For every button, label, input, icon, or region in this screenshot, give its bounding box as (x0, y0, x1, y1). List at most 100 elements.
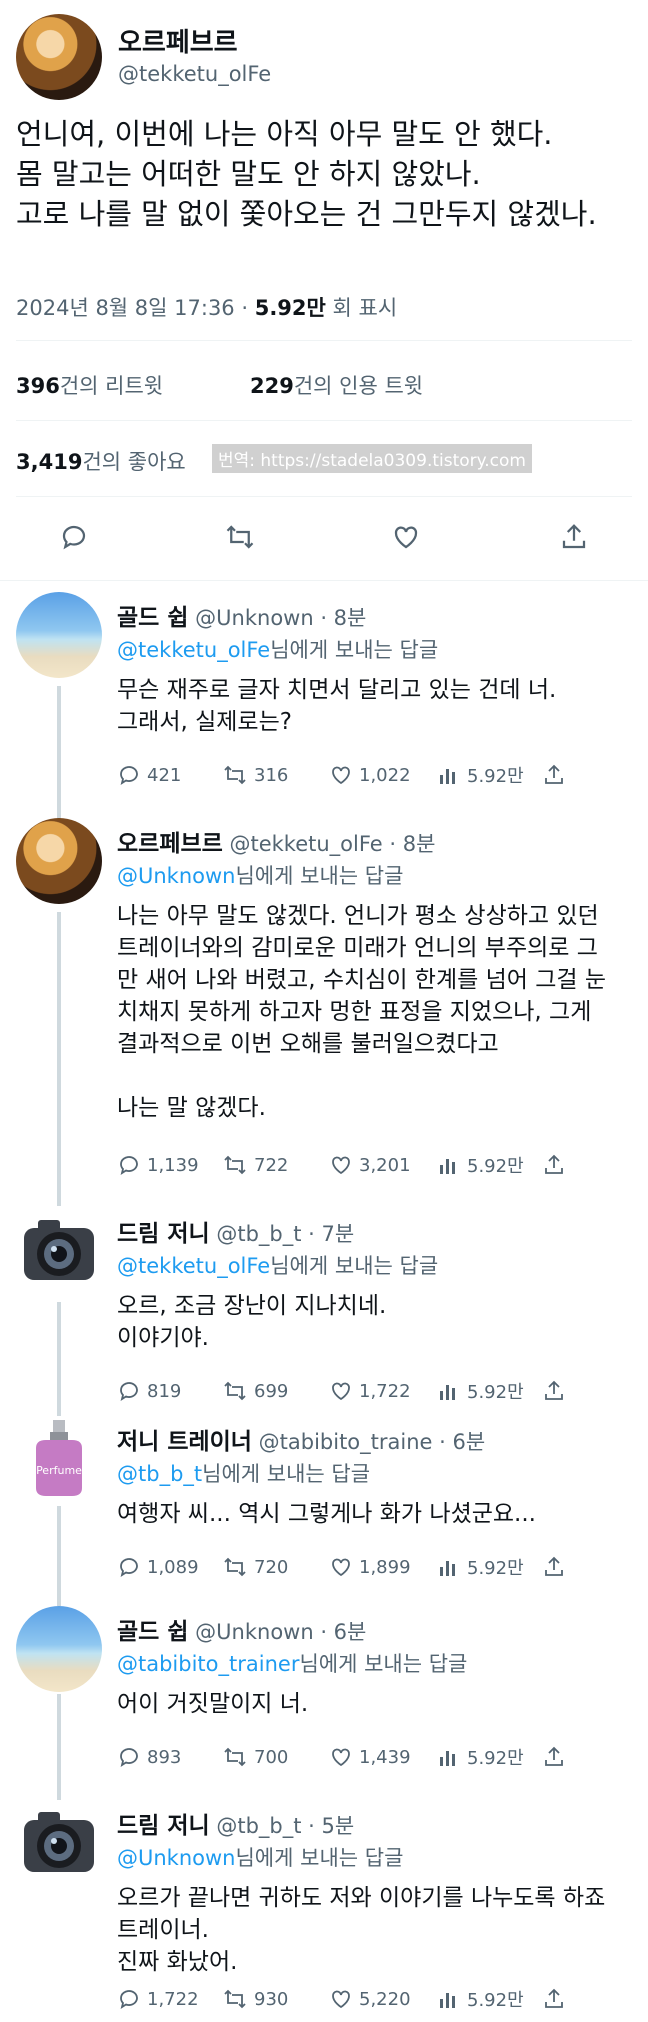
reply-actions: 1,722 930 5,220 5.92만 (117, 1984, 617, 2014)
reply-button[interactable]: 1,722 (117, 1984, 199, 2014)
camera-avatar-icon (24, 1812, 94, 1872)
share-button[interactable] (542, 1984, 566, 2014)
reply-avatar[interactable]: Perfume (16, 1416, 102, 1502)
reply-name[interactable]: 드림 저니 (117, 1813, 210, 1839)
reply-name[interactable]: 골드 쉽 (117, 1619, 189, 1645)
share-icon (545, 1746, 563, 1766)
retweet-button[interactable]: 930 (222, 1984, 288, 2014)
share-button[interactable] (542, 760, 566, 790)
retweet-icon[interactable] (218, 515, 262, 559)
like-icon (332, 1382, 350, 1401)
reply-avatar[interactable] (16, 592, 102, 678)
perfume-avatar-icon: Perfume (36, 1420, 82, 1496)
share-button[interactable] (542, 1552, 566, 1582)
like-button[interactable]: 1,722 (329, 1376, 411, 1406)
author-name[interactable]: 오르페브르 (118, 22, 238, 59)
views-button[interactable]: 5.92만 (437, 1742, 524, 1772)
reply-actions: 819 699 1,722 5.92만 (117, 1376, 617, 1406)
like-icon (332, 1558, 350, 1577)
avatar-text: Perfume (36, 1464, 82, 1477)
reply-text: 오르가 끝나면 귀하도 저와 이야기를 나누도록 하죠 트레이너. 진짜 화났어… (117, 1885, 606, 1975)
views-button[interactable]: 5.92만 (437, 1552, 524, 1582)
like-button[interactable]: 3,201 (329, 1150, 411, 1180)
reply-avatar[interactable] (16, 818, 102, 904)
mention-link[interactable]: @tb_b_t (117, 1462, 202, 1486)
retweet-button[interactable]: 699 (222, 1376, 288, 1406)
views-button[interactable]: 5.92만 (437, 760, 524, 790)
reply-name[interactable]: 드림 저니 (117, 1221, 210, 1247)
like-button[interactable]: 1,022 (329, 760, 411, 790)
retweet-stat[interactable]: 396건의 리트윗 (16, 370, 163, 400)
retweet-count: 396 (16, 374, 60, 398)
views-button[interactable]: 5.92만 (437, 1150, 524, 1180)
reply-button[interactable]: 421 (117, 760, 181, 790)
share-icon (545, 1380, 563, 1400)
quote-stat[interactable]: 229건의 인용 트윗 (250, 370, 423, 400)
reply-header: 오르페브르 @tekketu_olFe · 8분 (117, 824, 435, 858)
retweet-button[interactable]: 700 (222, 1742, 288, 1772)
views-icon (440, 1159, 455, 1174)
reply-button[interactable]: 893 (117, 1742, 181, 1772)
reply-header: 저니 트레이너 @tabibito_traine · 6분 (117, 1422, 485, 1456)
reply-name[interactable]: 오르페브르 (117, 831, 223, 857)
tweet-text: 언니여, 이번에 나는 아직 아무 말도 안 했다. 몸 말고는 어떠한 말도 … (16, 117, 597, 231)
like-icon (332, 1156, 350, 1175)
share-icon (545, 1556, 563, 1576)
share-button[interactable] (542, 1742, 566, 1772)
views-button[interactable]: 5.92만 (437, 1984, 524, 2014)
views-button[interactable]: 5.92만 (437, 1376, 524, 1406)
share-icon[interactable] (552, 515, 596, 559)
reply-button[interactable]: 1,089 (117, 1552, 199, 1582)
reply-text: 무슨 재주로 글자 치면서 달리고 있는 건데 너. 그래서, 실제로는? (117, 677, 557, 735)
retweet-button[interactable]: 722 (222, 1150, 288, 1180)
reply-icon (120, 1558, 138, 1577)
reply-avatar[interactable] (16, 1606, 102, 1692)
reply-avatar[interactable] (16, 1800, 102, 1886)
reply-name[interactable]: 골드 쉽 (117, 605, 189, 631)
mention-link[interactable]: @Unknown (117, 864, 235, 888)
share-button[interactable] (542, 1376, 566, 1406)
retweet-icon (224, 765, 246, 785)
reply-icon (120, 766, 138, 785)
reply-actions: 1,139 722 3,201 5.92만 (117, 1150, 617, 1180)
views-icon (440, 769, 455, 784)
author-handle[interactable]: @tekketu_olFe (118, 62, 271, 86)
like-button[interactable]: 1,439 (329, 1742, 411, 1772)
thread-line (57, 1302, 61, 1416)
quote-label: 건의 인용 트윗 (293, 374, 424, 398)
reply-actions: 1,089 720 1,899 5.92만 (117, 1552, 617, 1582)
reply-icon (120, 1748, 138, 1767)
author-avatar[interactable] (16, 14, 102, 100)
reply-handle-time: @Unknown · 6분 (188, 1620, 367, 1644)
retweet-button[interactable]: 720 (222, 1552, 288, 1582)
reply-handle-time: @tb_b_t · 7분 (209, 1222, 355, 1246)
reply-button[interactable]: 1,139 (117, 1150, 199, 1180)
like-icon[interactable] (384, 515, 428, 559)
mention-link[interactable]: @Unknown (117, 1846, 235, 1870)
reply-avatar[interactable] (16, 1208, 102, 1294)
replying-to: @tabibito_trainer님에게 보내는 답글 (117, 1652, 468, 1676)
retweet-button[interactable]: 316 (222, 760, 288, 790)
share-button[interactable] (542, 1150, 566, 1180)
reply-handle-time: @tb_b_t · 5분 (209, 1814, 355, 1838)
divider (16, 496, 632, 497)
like-stat[interactable]: 3,419건의 좋아요 (16, 446, 186, 476)
reply-icon (120, 1382, 138, 1401)
like-button[interactable]: 1,899 (329, 1552, 411, 1582)
thread-line (57, 912, 61, 1206)
share-icon (545, 764, 563, 784)
reply-icon (120, 1156, 138, 1175)
mention-link[interactable]: @tekketu_olFe (117, 638, 270, 662)
mention-link[interactable]: @tabibito_trainer (117, 1652, 299, 1676)
views-icon (440, 1385, 455, 1400)
like-button[interactable]: 5,220 (329, 1984, 411, 2014)
reply-icon[interactable] (52, 515, 96, 559)
mention-link[interactable]: @tekketu_olFe (117, 1254, 270, 1278)
reply-button[interactable]: 819 (117, 1376, 181, 1406)
like-icon (332, 766, 350, 785)
divider (16, 340, 632, 341)
views-label: 회 표시 (325, 296, 398, 320)
reply-name[interactable]: 저니 트레이너 (117, 1429, 252, 1455)
tweet-date[interactable]: 2024년 8월 8일 17:36 · (16, 296, 255, 320)
like-icon (332, 1748, 350, 1767)
